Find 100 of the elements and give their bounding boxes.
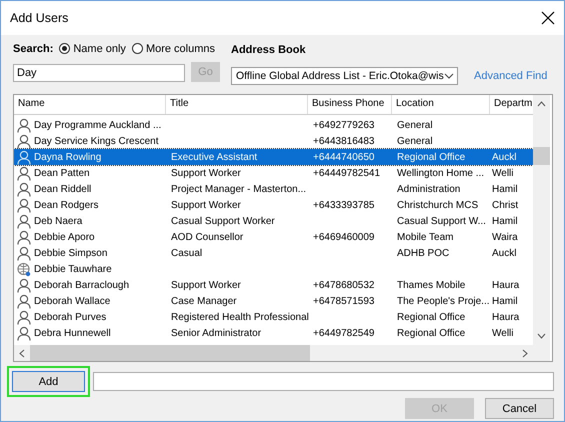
person-icon [17, 246, 31, 260]
column-header[interactable]: Business Phone [308, 95, 392, 114]
table-cell: Debbie Tauwhare [34, 264, 112, 274]
user-row[interactable]: Dean Patten Support Worker +64449782541 Wellington Home ... Welli [14, 165, 533, 181]
table-cell: Deborah Barraclough [34, 280, 130, 290]
search-field[interactable]: Day [13, 64, 185, 82]
table-cell: Regional Office [397, 152, 466, 162]
radio-option[interactable]: Name only [59, 42, 126, 54]
user-row[interactable]: Day Service Kings Crescent +6443816483 General [14, 133, 533, 149]
table-cell: Christchurch MCS [397, 200, 478, 210]
table-cell: +6443816483 [313, 136, 374, 146]
scrollbar-thumb[interactable] [30, 345, 310, 361]
user-row[interactable]: Debbie Aporo AOD Counsellor +6469460009 Mobile Team Waira [14, 229, 533, 245]
table-cell: Auckl [492, 152, 516, 162]
table-cell: Mobile Team [397, 232, 454, 242]
user-row[interactable]: Debra Hunnewell Senior Administrator +6449782549 Regional Office Welli [14, 325, 533, 341]
table-cell: Casual Support Worker [171, 216, 275, 226]
person-icon [17, 150, 31, 164]
table-cell: Case Manager [171, 296, 237, 306]
address-book-label: Address Book [231, 42, 307, 57]
table-cell: Casual [171, 248, 202, 258]
search-label: Search: [13, 42, 54, 56]
user-row[interactable]: Dean Riddell Project Manager - Masterton... Administration Hamil [14, 181, 533, 197]
person-icon [17, 198, 31, 212]
table-cell: Waira [492, 232, 518, 242]
table-cell: Debra Hunnewell [34, 328, 111, 338]
table-cell: Day Service Kings Crescent [34, 136, 158, 146]
table-cell: Day Programme Auckland ... [34, 120, 162, 130]
column-header[interactable]: Name [14, 95, 166, 114]
table-cell: Dean Rodgers [34, 200, 98, 210]
table-cell: Support Worker [171, 200, 241, 210]
table-cell: AOD Counsellor [171, 232, 244, 242]
table-cell: +6433393785 [313, 200, 374, 210]
table-cell: Dean Riddell [34, 184, 92, 194]
address-book-dropdown[interactable]: Offline Global Address List - Eric.Otoka@wis [231, 67, 458, 85]
table-cell: Support Worker [171, 168, 241, 178]
scroll-down-icon[interactable] [537, 333, 546, 339]
user-row[interactable]: Dean Rodgers Support Worker +6433393785 Christchurch MCS Christ [14, 197, 533, 213]
column-header[interactable]: Departm [490, 95, 533, 114]
person-icon [17, 278, 31, 292]
person-icon [17, 182, 31, 196]
table-cell: Wellington Home ... [397, 168, 484, 178]
table-cell: Hamil [492, 296, 518, 306]
scrollbar-thumb[interactable] [533, 147, 550, 165]
table-cell: +6449782549 [313, 328, 374, 338]
table-cell: +6469460009 [313, 232, 374, 242]
table-cell: General [397, 136, 433, 146]
table-cell: Dayna Rowling [34, 152, 102, 162]
user-row[interactable]: Debbie Tauwhare [14, 261, 533, 277]
user-row[interactable]: Deborah Wallace Case Manager +6478571593 The People's Proje... Hamil [14, 293, 533, 309]
table-cell: The People's Proje... [397, 296, 490, 306]
scroll-right-icon[interactable] [522, 348, 528, 358]
person-icon [17, 214, 31, 228]
person-icon [17, 118, 31, 132]
cancel-button[interactable]: Cancel [485, 398, 554, 419]
table-cell: General [397, 120, 433, 130]
window-title: Add Users [10, 11, 68, 25]
table-cell: Casual Support W... [397, 216, 486, 226]
column-header[interactable]: Title [166, 95, 308, 114]
table-cell: Hamil [492, 216, 518, 226]
table-cell: Administration [397, 184, 460, 194]
add-button[interactable]: Add [12, 371, 85, 392]
table-cell: Haura [492, 280, 520, 290]
table-cell: Welli [492, 168, 514, 178]
column-header[interactable]: Location [392, 95, 490, 114]
globe-contact-icon [17, 262, 31, 276]
user-row[interactable]: Deb Naera Casual Support Worker Casual Support W... Hamil [14, 213, 533, 229]
table-cell: Auckl [492, 248, 516, 258]
person-icon [17, 166, 31, 180]
table-cell: Deb Naera [34, 216, 82, 226]
scroll-left-icon[interactable] [19, 348, 25, 358]
radio-option[interactable]: More columns [132, 42, 216, 54]
table-cell: +64449782541 [313, 168, 380, 178]
recipients-field[interactable] [93, 372, 554, 391]
person-icon [17, 310, 31, 324]
scroll-up-icon[interactable] [537, 101, 546, 107]
table-cell: Regional Office [397, 312, 466, 322]
user-row[interactable]: Day Programme Auckland ... +6492779263 General [14, 117, 533, 133]
close-icon[interactable] [541, 11, 555, 25]
table-cell: Senior Administrator [171, 328, 262, 338]
table-cell: +6478680532 [313, 280, 374, 290]
user-row[interactable]: Debbie Simpson Casual ADHB POC Auckl [14, 245, 533, 261]
user-row[interactable]: Dayna Rowling Executive Assistant +6444740650 Regional Office Auckl [14, 149, 533, 165]
user-row[interactable]: Deborah Purves Registered Health Professional Regional Office Haura [14, 309, 533, 325]
advanced-find-link[interactable]: Advanced Find [474, 70, 548, 82]
table-cell: Hamil [492, 184, 518, 194]
table-cell: +6492779263 [313, 120, 374, 130]
person-icon [17, 326, 31, 340]
user-row[interactable]: Deborah Barraclough Support Worker +6478680532 Thames Mobile Haura [14, 277, 533, 293]
table-cell: Registered Health Professional [171, 312, 309, 322]
table-cell: Executive Assistant [171, 152, 258, 162]
table-cell: Project Manager - Masterton... [171, 184, 306, 194]
table-cell: Deborah Purves [34, 312, 106, 322]
table-cell: Welli [492, 328, 514, 338]
table-cell: Debbie Simpson [34, 248, 108, 258]
table-cell: Debbie Aporo [34, 232, 95, 242]
table-cell: +6478571593 [313, 296, 374, 306]
vertical-scrollbar[interactable] [533, 95, 550, 361]
horizontal-scrollbar[interactable] [14, 345, 533, 361]
table-cell: ADHB POC [397, 248, 450, 258]
